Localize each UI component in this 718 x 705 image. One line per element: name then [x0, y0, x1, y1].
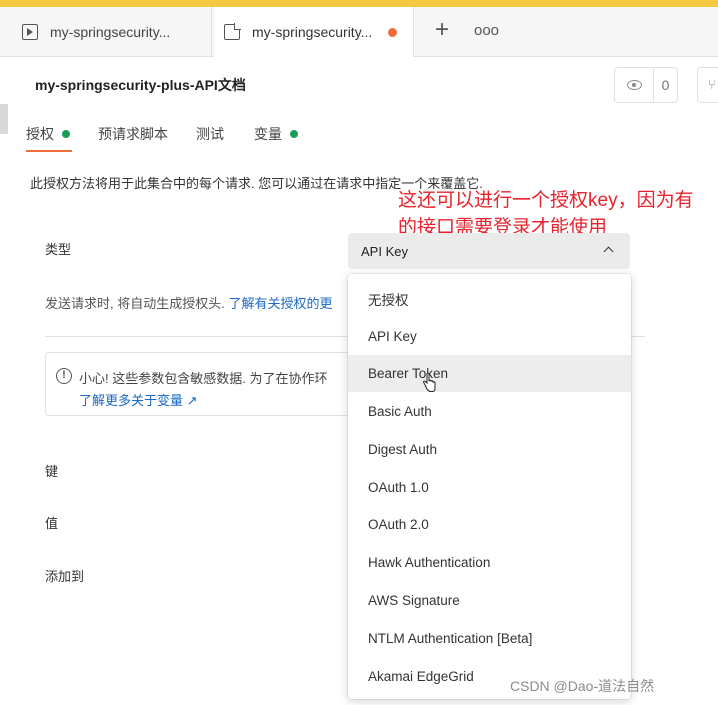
unsaved-dot-icon: [388, 28, 397, 37]
tab-label: 授权: [26, 126, 54, 142]
auth-type-dropdown: 无授权 API Key Bearer Token Basic Auth Dige…: [348, 274, 631, 699]
sidebar-edge: [0, 104, 8, 134]
auth-option-bearer-token[interactable]: Bearer Token: [348, 355, 631, 392]
window-top-strip: [0, 0, 718, 7]
play-doc-icon: [22, 24, 38, 40]
more-tabs-button[interactable]: ooo: [474, 22, 499, 39]
auth-type-select[interactable]: API Key: [348, 233, 630, 269]
tab-label: my-springsecurity...: [50, 24, 171, 40]
chevron-up-icon: [603, 246, 614, 257]
watermark: CSDN @Dao-道法自然: [510, 678, 655, 694]
watch-count: 0: [661, 77, 670, 93]
active-tab-indicator: [26, 150, 72, 152]
hand-cursor-icon: [422, 373, 436, 392]
fork-icon: ⑂: [708, 77, 716, 92]
value-label: 值: [45, 516, 59, 531]
tab-label: my-springsecurity...: [252, 24, 373, 40]
warning-box: ! 小心! 这些参数包含敏感数据. 为了在协作环 了解更多关于变量 ↗: [45, 352, 355, 416]
new-tab-button[interactable]: +: [430, 18, 454, 42]
selected-auth-type: API Key: [361, 243, 408, 259]
auth-option-basic-auth[interactable]: Basic Auth: [348, 393, 631, 430]
tab-authorization[interactable]: 授权: [26, 124, 70, 144]
tab-collection-runner[interactable]: my-springsecurity...: [0, 7, 212, 57]
auth-option-api-key[interactable]: API Key: [348, 318, 631, 355]
send-hint-text: 发送请求时, 将自动生成授权头.: [45, 296, 229, 311]
add-to-label: 添加到: [45, 569, 85, 584]
auth-option-oauth-2[interactable]: OAuth 2.0: [348, 506, 631, 543]
auth-option-no-auth[interactable]: 无授权: [348, 280, 631, 317]
auth-option-digest-auth[interactable]: Digest Auth: [348, 431, 631, 468]
tab-label: 变量: [254, 126, 282, 142]
warning-text: 小心! 这些参数包含敏感数据. 为了在协作环: [79, 371, 328, 386]
tab-pre-request-script[interactable]: 预请求脚本: [98, 124, 168, 144]
auth-option-ntlm[interactable]: NTLM Authentication [Beta]: [348, 620, 631, 657]
warning-icon: !: [56, 368, 72, 384]
learn-auth-link[interactable]: 了解有关授权的更: [228, 296, 332, 311]
watch-button[interactable]: 0: [614, 67, 678, 103]
auth-send-hint: 发送请求时, 将自动生成授权头. 了解有关授权的更: [45, 293, 332, 312]
fork-button[interactable]: ⑂: [697, 67, 718, 103]
status-dot-icon: [62, 130, 70, 138]
doc-icon: [224, 23, 241, 40]
tab-collection-docs[interactable]: my-springsecurity...: [214, 7, 414, 57]
auth-option-hawk[interactable]: Hawk Authentication: [348, 544, 631, 581]
tab-bar: my-springsecurity... my-springsecurity..…: [0, 7, 718, 57]
auth-option-aws-signature[interactable]: AWS Signature: [348, 582, 631, 619]
tab-label: 测试: [196, 126, 224, 142]
tab-tests[interactable]: 测试: [196, 124, 224, 144]
eye-icon: [615, 68, 654, 102]
key-label: 键: [45, 464, 59, 479]
learn-variables-link[interactable]: 了解更多关于变量 ↗: [79, 390, 198, 409]
tab-label: 预请求脚本: [98, 126, 168, 142]
tab-variables[interactable]: 变量: [254, 124, 298, 144]
auth-option-oauth-1[interactable]: OAuth 1.0: [348, 469, 631, 506]
page-title: my-springsecurity-plus-API文档: [35, 77, 246, 93]
status-dot-icon: [290, 130, 298, 138]
auth-type-label: 类型: [45, 242, 72, 257]
